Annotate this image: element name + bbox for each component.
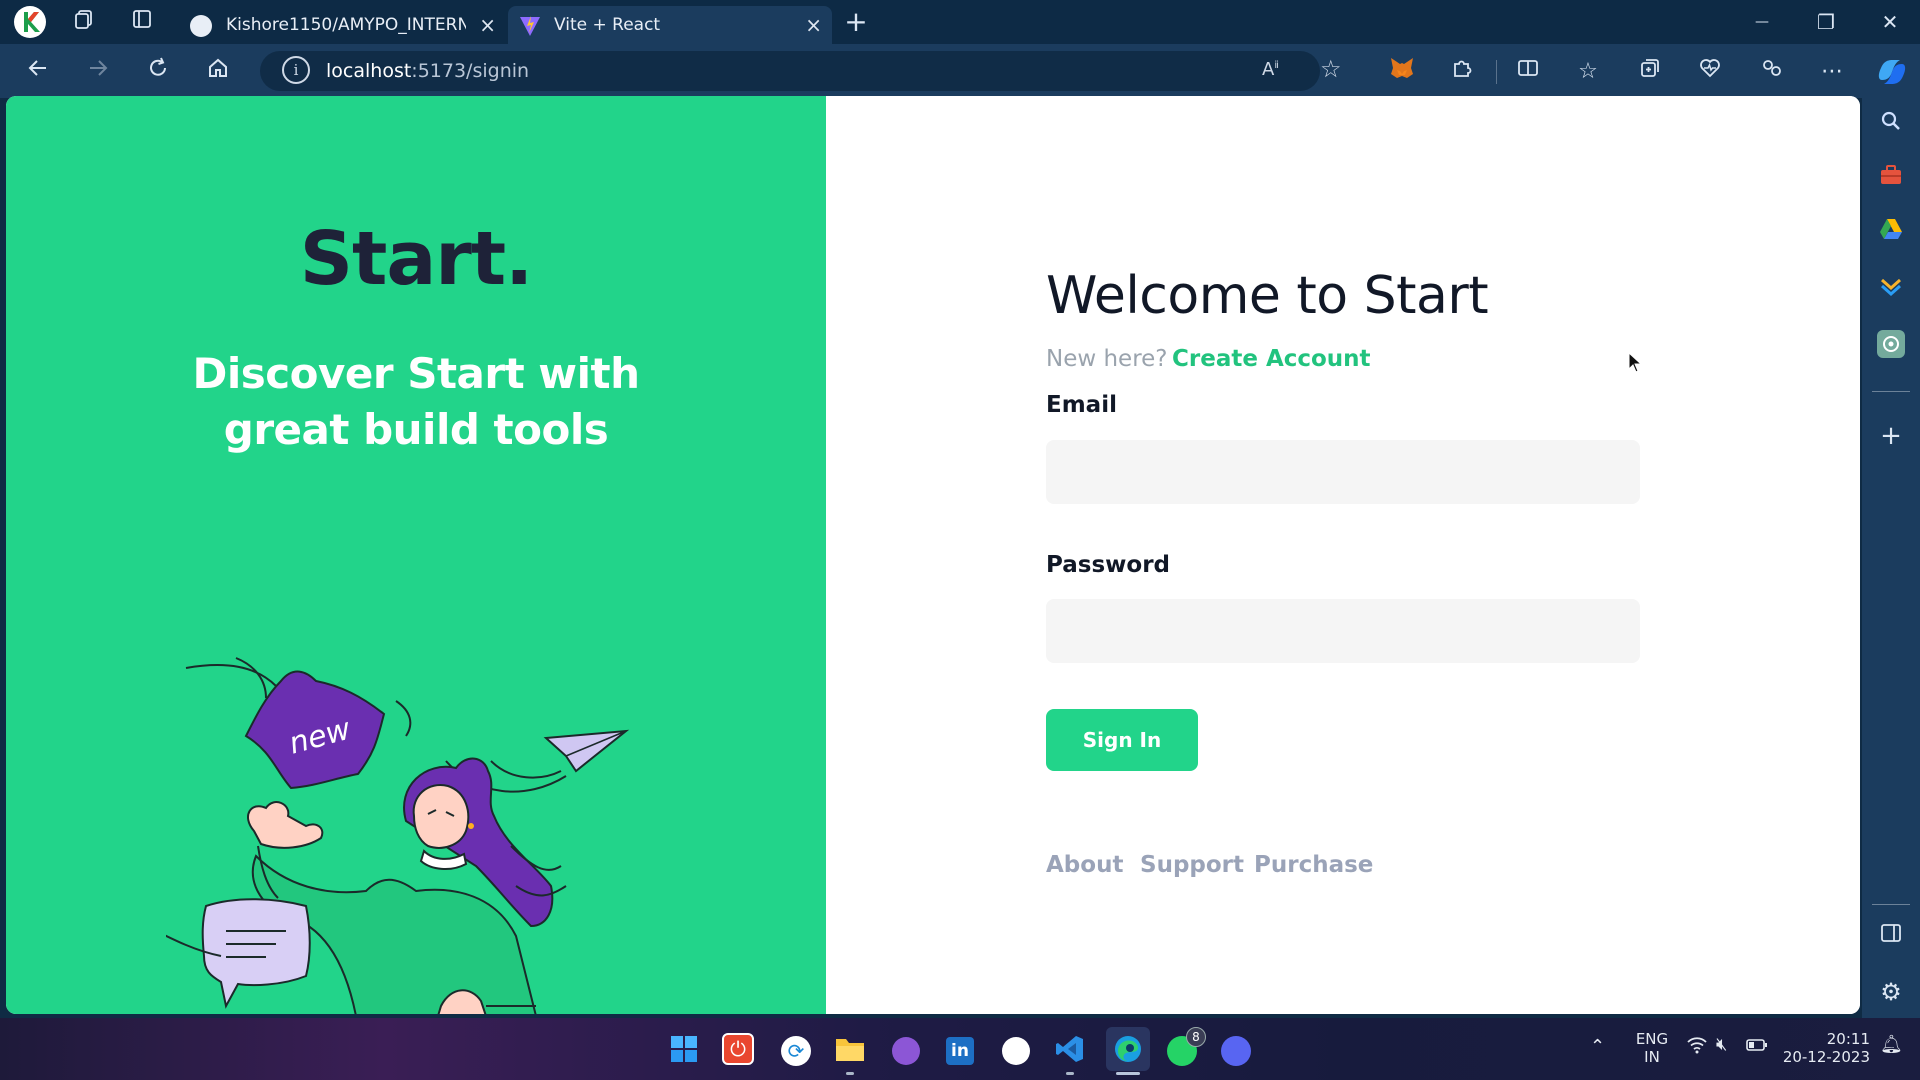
footer-link-support[interactable]: Support <box>1140 852 1244 878</box>
browser-essentials-icon[interactable] <box>1694 56 1726 88</box>
settings-gear-icon[interactable]: ⚙ <box>1875 976 1907 1008</box>
chat-bubble-icon <box>201 898 311 1009</box>
refresh-icon[interactable] <box>142 56 174 88</box>
welcome-heading: Welcome to Start <box>1046 266 1489 326</box>
close-window-button[interactable]: ✕ <box>1860 6 1920 38</box>
tab-close-button[interactable]: × <box>479 6 496 44</box>
wifi-icon[interactable] <box>1686 1036 1708 1058</box>
github-desktop-icon[interactable] <box>888 1031 924 1067</box>
browser-sidebar: + ⚙ <box>1862 98 1920 1018</box>
app-active-indicator <box>1116 1072 1140 1075</box>
page-viewport: Start. Discover Start with great build t… <box>6 96 1860 1014</box>
windows-taskbar: ⏻ ⟳ in 8 ⌃ ENG IN 🔇︎ 20:11 20-12-2023 🔔︎ <box>0 1018 1920 1080</box>
language-indicator[interactable]: ENG IN <box>1632 1030 1672 1066</box>
linkedin-icon[interactable]: in <box>942 1031 978 1067</box>
favorite-star-icon[interactable]: ☆ <box>1320 55 1342 83</box>
tab-title: Vite + React <box>554 15 661 35</box>
split-screen-icon[interactable] <box>1512 56 1544 88</box>
tab-vite-react[interactable]: Vite + React × <box>508 6 832 44</box>
app-running-indicator <box>846 1072 854 1075</box>
hero-panel: Start. Discover Start with great build t… <box>6 96 826 1014</box>
google-drive-icon[interactable] <box>1875 218 1907 250</box>
paper-plane-icon <box>543 729 630 773</box>
create-account-link[interactable]: Create Account <box>1172 346 1371 372</box>
search-icon[interactable] <box>1875 110 1907 142</box>
github-icon[interactable] <box>998 1031 1034 1067</box>
browser-toolbar: i localhost:5173/signin Aⅱ ☆ ☆ ⋯ <box>0 44 1920 98</box>
brand-logo-text: Start. <box>299 216 534 302</box>
hero-illustration: new <box>166 657 630 1014</box>
home-icon[interactable] <box>202 56 234 88</box>
add-sidebar-app-icon[interactable]: + <box>1875 420 1907 452</box>
extensions-puzzle-icon[interactable] <box>1446 56 1478 88</box>
restore-button[interactable]: ❐ <box>1796 6 1856 38</box>
mouse-cursor-icon <box>1628 352 1643 373</box>
performance-icon[interactable] <box>1756 56 1788 88</box>
sync-app-icon[interactable]: ⟳ <box>778 1031 814 1067</box>
password-label: Password <box>1046 552 1170 578</box>
new-here-text: New here? <box>1046 346 1168 372</box>
sidebar-divider <box>1872 904 1910 905</box>
tab-github[interactable]: Kishore1150/AMYPO_INTERNSHI × <box>176 6 506 44</box>
collections-icon[interactable] <box>1634 56 1666 88</box>
notifications-bell-icon[interactable]: 🔔︎ <box>1880 1034 1903 1055</box>
hide-sidebar-icon[interactable] <box>1875 922 1907 954</box>
show-hidden-icons-chevron-icon[interactable]: ⌃ <box>1590 1036 1605 1057</box>
tab-actions-icon[interactable] <box>128 8 156 36</box>
address-bar[interactable]: i localhost:5173/signin Aⅱ ☆ <box>260 51 1342 91</box>
profile-avatar[interactable] <box>14 6 46 38</box>
tools-briefcase-icon[interactable] <box>1875 164 1907 196</box>
browser-tab-bar: Kishore1150/AMYPO_INTERNSHI × Vite + Rea… <box>0 0 1920 44</box>
tab-title: Kishore1150/AMYPO_INTERNSHI <box>226 15 466 35</box>
app-running-indicator <box>1066 1072 1074 1075</box>
footer-link-about[interactable]: About <box>1046 852 1123 878</box>
discord-icon[interactable] <box>1218 1031 1254 1067</box>
toolbar-divider <box>1496 60 1497 84</box>
shopping-icon[interactable] <box>1875 274 1907 306</box>
email-input[interactable] <box>1046 440 1640 504</box>
sign-in-button[interactable]: Sign In <box>1046 709 1198 771</box>
hero-tagline: Discover Start with great build tools <box>192 349 640 454</box>
vscode-icon[interactable] <box>1052 1031 1088 1067</box>
site-info-icon[interactable]: i <box>282 56 310 84</box>
back-arrow-icon[interactable] <box>22 56 54 88</box>
power-app-icon[interactable]: ⏻ <box>722 1033 754 1065</box>
volume-muted-icon[interactable]: 🔇︎ <box>1716 1034 1727 1055</box>
notification-badge: 8 <box>1186 1027 1206 1047</box>
signin-panel: Welcome to Start New here? Create Accoun… <box>826 96 1860 1014</box>
password-input[interactable] <box>1046 599 1640 663</box>
metamask-extension-icon[interactable] <box>1386 56 1418 88</box>
favorites-icon[interactable]: ☆ <box>1572 56 1604 88</box>
tab-close-button[interactable]: × <box>805 6 822 44</box>
copilot-icon[interactable] <box>1874 54 1910 90</box>
read-aloud-icon[interactable]: Aⅱ <box>1262 59 1279 80</box>
sidebar-divider <box>1872 391 1910 392</box>
email-label: Email <box>1046 392 1117 418</box>
minimize-button[interactable]: — <box>1732 6 1792 38</box>
whatsapp-icon[interactable]: 8 <box>1164 1027 1206 1067</box>
github-icon <box>190 15 212 37</box>
forward-arrow-icon[interactable] <box>82 56 114 88</box>
url-text: localhost:5173/signin <box>326 60 530 82</box>
vite-icon <box>520 16 540 36</box>
chatgpt-icon[interactable] <box>1875 328 1907 360</box>
file-explorer-icon[interactable] <box>832 1031 868 1067</box>
windows-start-icon[interactable] <box>666 1031 702 1067</box>
footer-link-purchase[interactable]: Purchase <box>1254 852 1373 878</box>
battery-icon[interactable] <box>1746 1038 1768 1056</box>
more-options-icon[interactable]: ⋯ <box>1816 56 1848 88</box>
workspaces-icon[interactable] <box>70 8 98 36</box>
new-tab-button[interactable]: + <box>842 8 870 36</box>
clock[interactable]: 20:11 20-12-2023 <box>1782 1030 1870 1066</box>
edge-browser-icon[interactable] <box>1106 1027 1150 1071</box>
